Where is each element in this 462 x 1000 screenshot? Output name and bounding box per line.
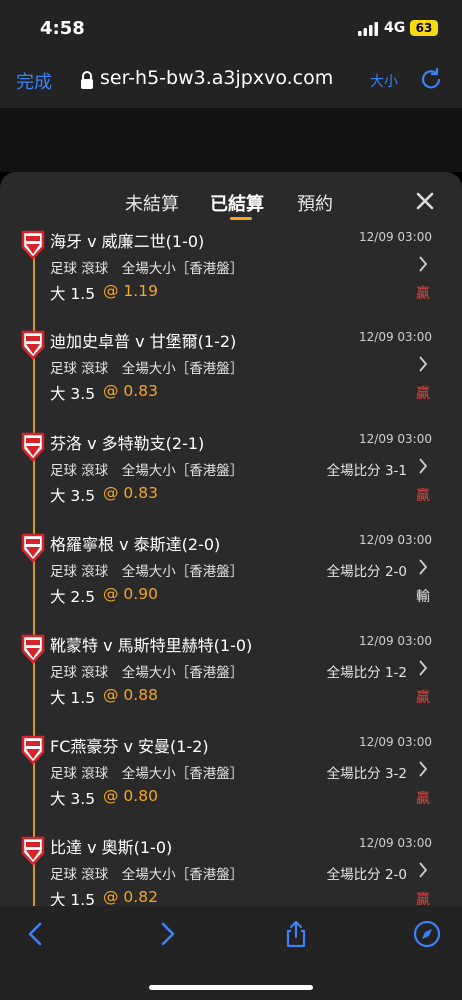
battery-level: 63	[410, 20, 438, 36]
bet-date: 12/09 03:00	[359, 533, 432, 547]
done-button[interactable]: 完成	[16, 68, 52, 94]
odds: @ 0.88	[103, 686, 158, 704]
home-indicator	[149, 985, 313, 990]
bet-item[interactable]: 迪加史卓普 v 甘堡爾(1-2) 12/09 03:00 足球 滾球 全場大小［…	[0, 330, 462, 432]
match-title: 比達 v 奧斯(1-0)	[50, 838, 173, 857]
odds: @ 0.82	[103, 888, 158, 906]
chevron-right-icon[interactable]	[418, 355, 428, 373]
close-icon[interactable]	[412, 188, 438, 214]
eredivisie-badge-icon	[21, 533, 45, 563]
text-size-button[interactable]: 大小	[370, 71, 398, 91]
bet-item[interactable]: FC燕豪芬 v 安曼(1-2) 12/09 03:00 足球 滾球 全場大小［香…	[0, 735, 462, 837]
share-icon[interactable]	[282, 920, 310, 948]
tab-bar: 未結算 已結算 預約	[0, 172, 462, 232]
bet-date: 12/09 03:00	[359, 330, 432, 344]
selection: 大 2.5	[50, 588, 96, 606]
tab-unsettled[interactable]: 未結算	[125, 190, 179, 216]
cellular-signal-icon	[358, 22, 378, 36]
lock-icon	[81, 71, 93, 89]
tab-settled[interactable]: 已結算	[210, 190, 264, 216]
market-text: 足球 滾球 全場大小［香港盤］	[50, 463, 244, 479]
eredivisie-badge-icon	[21, 230, 45, 260]
final-score: 全場比分 1-2	[326, 665, 407, 681]
final-score: 全場比分 3-1	[326, 463, 407, 479]
match-title: 海牙 v 威廉二世(1-0)	[50, 232, 205, 251]
match-title: FC燕豪芬 v 安曼(1-2)	[50, 737, 209, 756]
compass-icon[interactable]	[413, 920, 441, 948]
browser-url-bar: 完成 ser-h5-bw3.a3jpxvo.com 大小	[0, 56, 462, 108]
eredivisie-badge-icon	[21, 330, 45, 360]
bet-list: 海牙 v 威廉二世(1-0) 12/09 03:00 足球 滾球 全場大小［香港…	[0, 230, 462, 906]
status-time: 4:58	[40, 18, 85, 39]
market-text: 足球 滾球 全場大小［香港盤］	[50, 261, 244, 277]
market-text: 足球 滾球 全場大小［香港盤］	[50, 867, 244, 883]
bet-item[interactable]: 靴蒙特 v 馬斯特里赫特(1-0) 12/09 03:00 足球 滾球 全場大小…	[0, 634, 462, 736]
bet-date: 12/09 03:00	[359, 836, 432, 850]
match-title: 格羅寧根 v 泰斯達(2-0)	[50, 535, 221, 554]
chevron-right-icon[interactable]	[418, 255, 428, 273]
reload-icon[interactable]	[420, 68, 442, 90]
final-score: 全場比分 3-2	[326, 766, 407, 782]
selection: 大 3.5	[50, 790, 96, 808]
eredivisie-badge-icon	[21, 634, 45, 664]
selection: 大 1.5	[50, 285, 96, 303]
match-title: 迪加史卓普 v 甘堡爾(1-2)	[50, 332, 237, 351]
final-score: 全場比分 2-0	[326, 867, 407, 883]
result-badge: 贏	[416, 488, 430, 504]
result-badge: 贏	[416, 386, 430, 402]
market-text: 足球 滾球 全場大小［香港盤］	[50, 564, 244, 580]
selection: 大 1.5	[50, 689, 96, 707]
odds: @ 0.90	[103, 585, 158, 603]
result-badge: 贏	[416, 791, 430, 807]
selection: 大 1.5	[50, 891, 96, 906]
odds: @ 0.83	[103, 382, 158, 400]
bet-item[interactable]: 比達 v 奧斯(1-0) 12/09 03:00 足球 滾球 全場大小［香港盤］…	[0, 836, 462, 906]
final-score: 全場比分 2-0	[326, 564, 407, 580]
market-text: 足球 滾球 全場大小［香港盤］	[50, 361, 244, 377]
bet-date: 12/09 03:00	[359, 230, 432, 244]
selection: 大 3.5	[50, 385, 96, 403]
status-bar: 4:58 4G 63	[0, 0, 462, 56]
bet-history-sheet: 未結算 已結算 預約 海牙 v 威廉二世(1-0) 12/09 03:00 足球…	[0, 172, 462, 906]
chevron-right-icon[interactable]	[418, 861, 428, 879]
bet-item[interactable]: 格羅寧根 v 泰斯達(2-0) 12/09 03:00 足球 滾球 全場大小［香…	[0, 533, 462, 635]
active-tab-indicator	[230, 217, 252, 220]
result-badge: 輸	[416, 589, 430, 605]
chevron-right-icon[interactable]	[418, 558, 428, 576]
result-badge: 贏	[416, 892, 430, 906]
bet-item[interactable]: 海牙 v 威廉二世(1-0) 12/09 03:00 足球 滾球 全場大小［香港…	[0, 230, 462, 332]
bet-date: 12/09 03:00	[359, 735, 432, 749]
result-badge: 贏	[416, 286, 430, 302]
eredivisie-badge-icon	[21, 836, 45, 866]
tab-reserved[interactable]: 預約	[297, 190, 333, 216]
odds: @ 0.83	[103, 484, 158, 502]
bet-date: 12/09 03:00	[359, 432, 432, 446]
market-text: 足球 滾球 全場大小［香港盤］	[50, 665, 244, 681]
back-arrow-icon[interactable]	[22, 920, 50, 948]
network-type: 4G	[384, 20, 406, 36]
eredivisie-badge-icon	[21, 432, 45, 462]
match-title: 靴蒙特 v 馬斯特里赫特(1-0)	[50, 636, 253, 655]
market-text: 足球 滾球 全場大小［香港盤］	[50, 766, 244, 782]
odds: @ 1.19	[103, 282, 158, 300]
result-badge: 贏	[416, 690, 430, 706]
url-text[interactable]: ser-h5-bw3.a3jpxvo.com	[100, 67, 333, 89]
eredivisie-badge-icon	[21, 735, 45, 765]
bet-item[interactable]: 芬洛 v 多特勒支(2-1) 12/09 03:00 足球 滾球 全場大小［香港…	[0, 432, 462, 534]
bet-date: 12/09 03:00	[359, 634, 432, 648]
page-backdrop	[0, 108, 462, 172]
odds: @ 0.80	[103, 787, 158, 805]
chevron-right-icon[interactable]	[418, 659, 428, 677]
selection: 大 3.5	[50, 487, 96, 505]
match-title: 芬洛 v 多特勒支(2-1)	[50, 434, 205, 453]
chevron-right-icon[interactable]	[418, 760, 428, 778]
chevron-right-icon[interactable]	[418, 457, 428, 475]
forward-arrow-icon[interactable]	[153, 920, 181, 948]
